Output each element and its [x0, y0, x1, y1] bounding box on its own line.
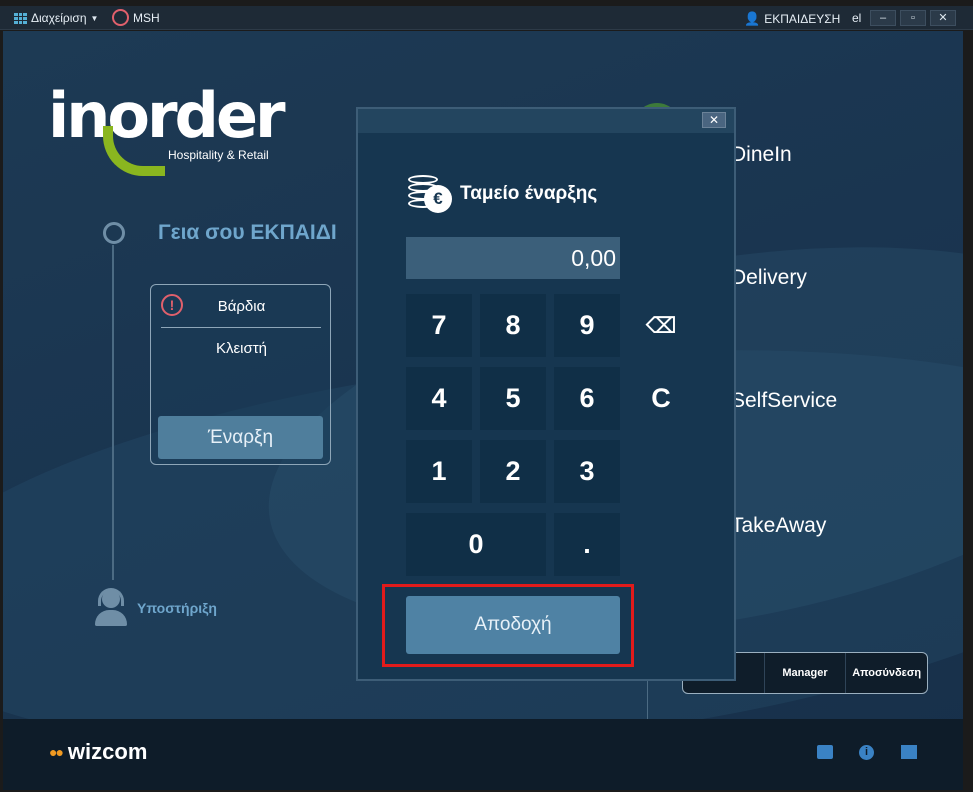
maximize-button[interactable]: ▫	[900, 10, 926, 26]
support-link[interactable]: Υποστήριξη	[93, 588, 217, 628]
language-selector[interactable]: el	[852, 11, 861, 25]
modal-title: Ταμείο έναρξης	[460, 183, 598, 204]
wizcom-text: wizcom	[67, 739, 148, 764]
key-1[interactable]: 1	[406, 440, 472, 503]
key-7[interactable]: 7	[406, 294, 472, 357]
modal-title-group: € Ταμείο έναρξης	[408, 173, 597, 215]
admin-menu[interactable]: Διαχείριση ▼	[14, 11, 98, 25]
euro-icon: €	[424, 185, 452, 213]
key-6[interactable]: 6	[554, 367, 620, 430]
support-label: Υποστήριξη	[137, 600, 217, 616]
mode-selfservice[interactable]: SelfService	[731, 389, 837, 413]
user-menu[interactable]: 👤 ΕΚΠΑΙΔΕΥΣΗ	[744, 11, 840, 27]
store-label: MSH	[133, 10, 160, 25]
shift-card: ! Βάρδια Κλειστή Έναρξη	[150, 284, 331, 465]
minimize-button[interactable]: ‒	[870, 10, 896, 26]
headset-icon	[93, 588, 129, 628]
chat-icon[interactable]	[817, 745, 833, 759]
wizcom-logo: ●● wizcom	[49, 739, 147, 765]
shift-status: Κλειστή	[215, 340, 268, 357]
chevron-down-icon: ▼	[90, 13, 99, 23]
mode-delivery[interactable]: Delivery	[731, 266, 807, 290]
coins-euro-icon: €	[408, 173, 454, 215]
amount-display[interactable]: 0,00	[406, 237, 620, 279]
user-icon: 👤	[744, 11, 761, 26]
clear-button[interactable]: C	[628, 367, 694, 430]
footer: ●● wizcom i	[3, 719, 963, 790]
key-3[interactable]: 3	[554, 440, 620, 503]
inorder-logo: inorder Hospitality & Retail	[48, 76, 286, 176]
key-4[interactable]: 4	[406, 367, 472, 430]
logo-subtitle: Hospitality & Retail	[168, 148, 269, 162]
modal-close-button[interactable]: ✕	[702, 112, 726, 128]
mode-takeaway[interactable]: TakeAway	[731, 514, 826, 538]
key-2[interactable]: 2	[480, 440, 546, 503]
highlight-box	[382, 584, 634, 667]
store-indicator[interactable]: MSH	[112, 9, 160, 26]
key-decimal[interactable]: .	[554, 513, 620, 576]
language-label: el	[852, 11, 862, 25]
store-circle-icon	[112, 9, 129, 26]
key-9[interactable]: 9	[554, 294, 620, 357]
divider	[161, 327, 321, 328]
key-5[interactable]: 5	[480, 367, 546, 430]
key-0[interactable]: 0	[406, 513, 546, 576]
shift-title: Βάρδια	[217, 298, 266, 315]
info-icon[interactable]: i	[859, 745, 874, 760]
key-8[interactable]: 8	[480, 294, 546, 357]
title-bar: Διαχείριση ▼ MSH 👤 ΕΚΠΑΙΔΕΥΣΗ el ‒ ▫ ✕	[0, 6, 973, 30]
wizcom-dots-icon: ●●	[49, 744, 64, 760]
apps-grid-icon	[14, 12, 27, 24]
greeting-text: Γεια σου ΕΚΠΑΙΔΙ	[158, 221, 337, 244]
modal-header: ✕	[358, 109, 734, 133]
copy-icon[interactable]	[901, 745, 917, 759]
timeline-dot	[103, 222, 125, 244]
backspace-icon[interactable]: ⌫	[628, 294, 694, 357]
logo-text: inorder	[48, 79, 286, 152]
logo-arc	[103, 126, 165, 176]
mode-dinein[interactable]: DineIn	[731, 143, 792, 167]
timeline-line	[112, 245, 114, 580]
start-shift-button[interactable]: Έναρξη	[158, 416, 323, 459]
user-label: ΕΚΠΑΙΔΕΥΣΗ	[764, 12, 841, 26]
action-manager[interactable]: Manager	[765, 653, 847, 693]
admin-menu-label: Διαχείριση	[31, 11, 87, 25]
close-window-button[interactable]: ✕	[930, 10, 956, 26]
action-logout[interactable]: Αποσύνδεση	[846, 653, 927, 693]
